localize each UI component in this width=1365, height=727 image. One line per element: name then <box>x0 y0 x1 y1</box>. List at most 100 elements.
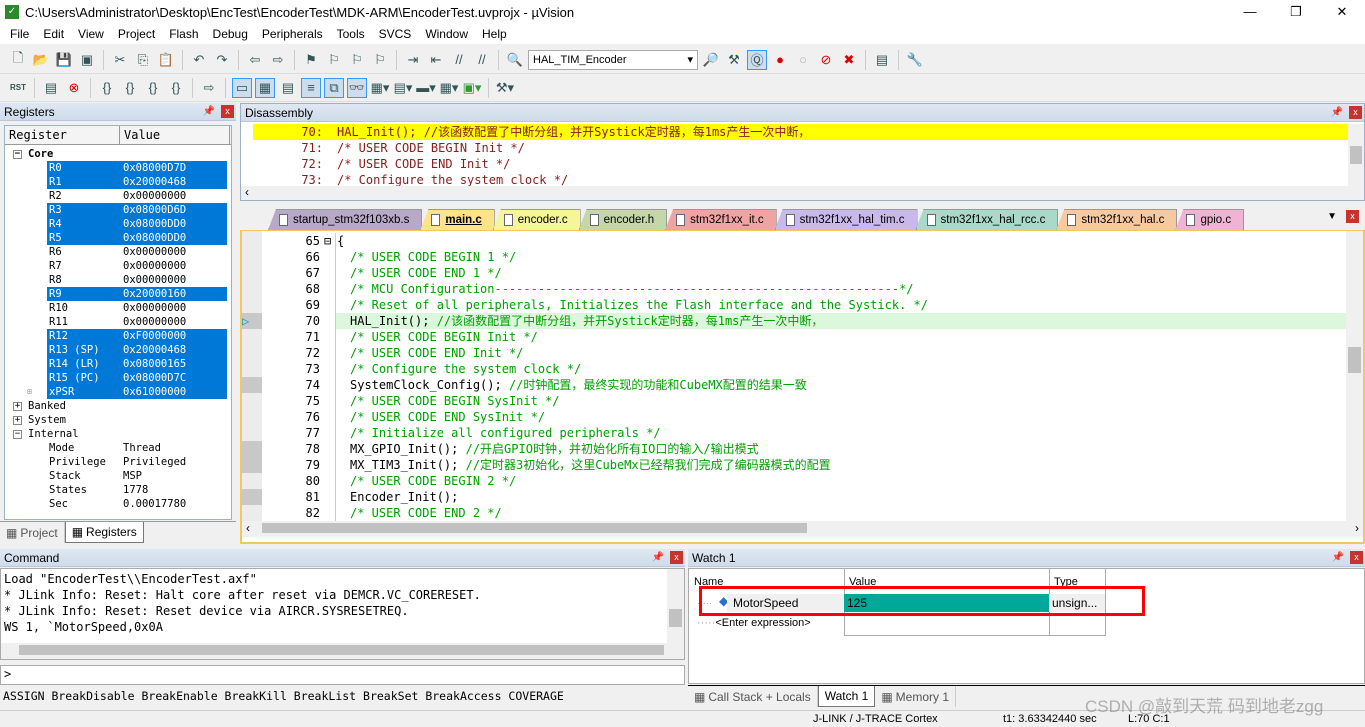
nav-back-icon[interactable]: ⇦ <box>245 50 265 70</box>
code-line[interactable]: 67 /* USER CODE END 1 */ <box>242 265 1346 281</box>
prev-bookmark-icon[interactable]: ⚐ <box>324 50 344 70</box>
register-row[interactable]: R1 0x20000468 <box>5 175 231 189</box>
reset-button[interactable]: RST <box>8 78 28 98</box>
register-row[interactable]: R2 0x00000000 <box>5 189 231 203</box>
show-next-statement-icon[interactable]: ⇨ <box>199 78 219 98</box>
close-file-icon[interactable]: x <box>1346 210 1359 223</box>
register-value[interactable]: 0x08000DD0 <box>123 217 227 231</box>
undo-icon[interactable]: ↶ <box>189 50 209 70</box>
register-value[interactable]: 0x00000000 <box>123 245 227 259</box>
menu-tools[interactable]: Tools <box>330 27 372 41</box>
code-line[interactable]: 81 Encoder_Init(); <box>242 489 1346 505</box>
tab-call-stack-locals[interactable]: ▦ Call Stack + Locals <box>688 686 818 707</box>
gutter-marker[interactable] <box>242 457 262 473</box>
register-row[interactable]: R15 (PC) 0x08000D7C <box>5 371 231 385</box>
menu-help[interactable]: Help <box>475 27 514 41</box>
gutter-marker[interactable] <box>242 329 262 345</box>
file-tab[interactable]: stm32f1xx_it.c <box>665 209 777 230</box>
register-value[interactable]: 0x00000000 <box>123 315 227 329</box>
menu-flash[interactable]: Flash <box>162 27 205 41</box>
minimize-button[interactable]: — <box>1227 0 1273 24</box>
disassembly-line[interactable]: 71: /* USER CODE BEGIN Init */ <box>253 140 1348 156</box>
internal-row[interactable]: Mode Thread <box>5 441 231 455</box>
code-line[interactable]: 71 /* USER CODE BEGIN Init */ <box>242 329 1346 345</box>
find-icon[interactable]: 🔎 <box>701 50 721 70</box>
gutter-marker[interactable] <box>242 489 262 505</box>
file-tab[interactable]: encoder.h <box>578 209 668 230</box>
gutter-marker[interactable] <box>242 249 262 265</box>
register-row[interactable]: R13 (SP) 0x20000468 <box>5 343 231 357</box>
tree-group-banked[interactable]: + Banked <box>5 399 231 413</box>
run-to-cursor-icon[interactable]: {} <box>166 78 186 98</box>
register-value[interactable]: 0x00000000 <box>123 301 227 315</box>
code-line[interactable]: 66 /* USER CODE BEGIN 1 */ <box>242 249 1346 265</box>
menu-view[interactable]: View <box>71 27 111 41</box>
register-value[interactable]: 0x20000468 <box>123 175 227 189</box>
symbols-window-icon[interactable]: ▤ <box>278 78 298 98</box>
command-window-icon[interactable]: ▭ <box>232 77 252 98</box>
gutter-marker[interactable] <box>242 233 262 249</box>
code-line[interactable]: 76 /* USER CODE END SysInit */ <box>242 409 1346 425</box>
register-row[interactable]: R10 0x00000000 <box>5 301 231 315</box>
tab-project[interactable]: ▦ Project <box>0 522 65 543</box>
serial-window-icon[interactable]: ▤▾ <box>393 78 413 98</box>
comment-icon[interactable]: // <box>449 50 469 70</box>
code-line[interactable]: 79 MX_TIM3_Init(); //定时器3初始化，这里CubeMx已经帮我… <box>242 457 1346 473</box>
close-button[interactable]: ✕ <box>1319 0 1365 24</box>
step-out-icon[interactable]: {} <box>143 78 163 98</box>
copy-icon[interactable]: ⎘ <box>133 50 153 70</box>
cut-icon[interactable]: ✂ <box>110 50 130 70</box>
file-tab[interactable]: main.c <box>420 209 495 230</box>
collapse-icon[interactable]: − <box>13 429 22 439</box>
close-icon[interactable]: x <box>670 551 683 564</box>
menu-debug[interactable]: Debug <box>206 27 255 41</box>
open-file-icon[interactable]: 📂 <box>31 50 51 70</box>
gutter-marker[interactable] <box>242 361 262 377</box>
run-icon[interactable]: ▤ <box>41 78 61 98</box>
gutter-marker[interactable] <box>242 505 262 521</box>
fold-icon[interactable]: ⊟ <box>324 233 336 249</box>
register-value[interactable]: 0x20000160 <box>123 287 227 301</box>
enable-breakpoint-icon[interactable]: ○ <box>793 50 813 70</box>
register-value[interactable]: 0x00000000 <box>123 273 227 287</box>
menu-file[interactable]: File <box>3 27 36 41</box>
gutter-marker[interactable] <box>242 281 262 297</box>
pin-icon[interactable]: 📌 <box>203 106 215 117</box>
code-editor[interactable]: 65 ⊟{66 /* USER CODE BEGIN 1 */ 67 /* USER C… <box>242 233 1346 521</box>
target-select[interactable]: HAL_TIM_Encoder ▾ <box>528 49 698 70</box>
expand-icon[interactable]: ⊞ <box>5 385 47 399</box>
bookmark-icon[interactable]: ⚑ <box>301 50 321 70</box>
menu-edit[interactable]: Edit <box>36 27 71 41</box>
menu-svcs[interactable]: SVCS <box>372 27 419 41</box>
analysis-window-icon[interactable]: ▬▾ <box>416 78 436 98</box>
register-value[interactable]: 0xF0000000 <box>123 329 227 343</box>
code-line[interactable]: 74 SystemClock_Config(); //时钟配置，最终实现的功能和C… <box>242 377 1346 393</box>
register-row[interactable]: R3 0x08000D6D <box>5 203 231 217</box>
command-vscroll[interactable] <box>667 569 684 643</box>
incremental-find-icon[interactable]: ⚒ <box>724 50 744 70</box>
expand-icon[interactable]: + <box>13 401 22 411</box>
disassembly-window-icon[interactable]: ▦ <box>255 77 275 98</box>
code-line[interactable]: 75 /* USER CODE BEGIN SysInit */ <box>242 393 1346 409</box>
collapse-icon[interactable]: − <box>13 149 22 159</box>
disassembly-hscroll[interactable]: ‹ <box>241 185 1364 200</box>
redo-icon[interactable]: ↷ <box>212 50 232 70</box>
disassembly-line[interactable]: 70: HAL_Init(); //该函数配置了中断分组，并开Systick定时器… <box>253 124 1348 140</box>
code-line[interactable]: 65 ⊟{ <box>242 233 1346 249</box>
gutter-marker[interactable] <box>242 409 262 425</box>
nav-forward-icon[interactable]: ⇨ <box>268 50 288 70</box>
code-line[interactable]: ▷ 70 HAL_Init(); //该函数配置了中断分组，并开Systick定时器… <box>242 313 1346 329</box>
current-line-arrow-icon[interactable]: ▷ <box>242 313 262 329</box>
close-icon[interactable]: x <box>221 105 234 118</box>
clear-bookmarks-icon[interactable]: ⚐ <box>370 50 390 70</box>
gutter-marker[interactable] <box>242 265 262 281</box>
register-row[interactable]: R12 0xF0000000 <box>5 329 231 343</box>
new-file-icon[interactable]: 🗋 <box>8 50 28 70</box>
code-line[interactable]: 80 /* USER CODE BEGIN 2 */ <box>242 473 1346 489</box>
gutter-marker[interactable] <box>242 473 262 489</box>
find-in-files-icon[interactable]: 🔍 <box>505 50 525 70</box>
register-value[interactable]: 0x61000000 <box>123 385 227 399</box>
window-layout-icon[interactable]: ▤ <box>872 50 892 70</box>
call-stack-icon[interactable]: ⧉ <box>324 77 344 98</box>
file-tab[interactable]: stm32f1xx_hal_tim.c <box>774 209 918 230</box>
